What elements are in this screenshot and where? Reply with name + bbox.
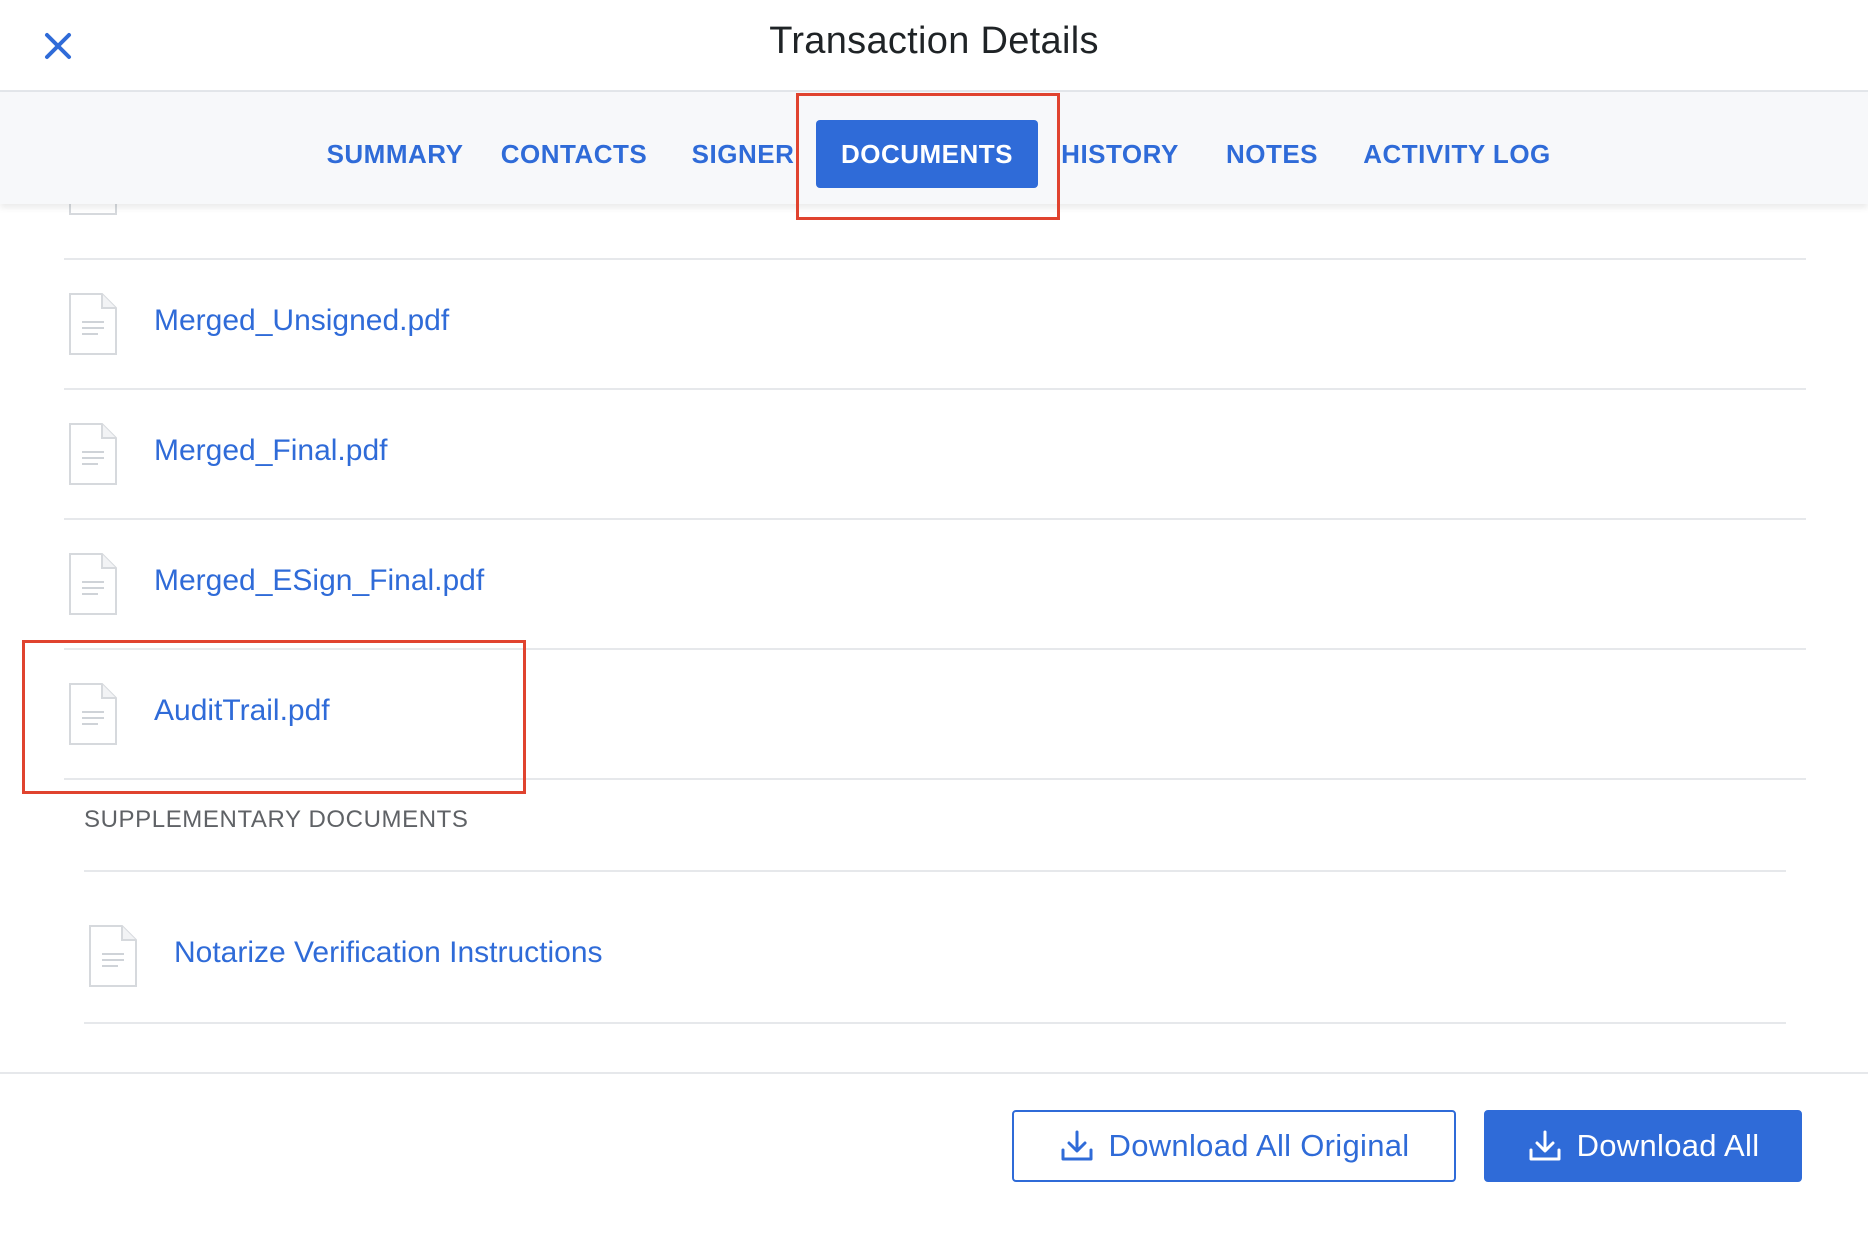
list-item[interactable]: Merged_Unsigned.pdf — [64, 260, 1806, 390]
tab-activity-log[interactable]: ACTIVITY LOG — [1362, 120, 1552, 188]
download-icon — [1061, 1130, 1093, 1161]
tab-notes[interactable]: NOTES — [1222, 120, 1322, 188]
transaction-details-page: Transaction Details SUMMARY CONTACTS SIG… — [0, 0, 1868, 1236]
list-item[interactable]: AuditTrail.pdf — [64, 650, 1806, 780]
document-icon — [69, 423, 117, 485]
tab-signer[interactable]: SIGNER — [688, 120, 798, 188]
document-link[interactable]: Merged_Unsigned.pdf — [154, 304, 449, 338]
download-all-original-button[interactable]: Download All Original — [1012, 1110, 1456, 1182]
document-icon — [69, 293, 117, 355]
download-icon — [1529, 1130, 1561, 1161]
footer-divider — [0, 1072, 1868, 1074]
tab-bar: SUMMARY CONTACTS SIGNER DOCUMENTS HISTOR… — [0, 92, 1868, 204]
tab-documents[interactable]: DOCUMENTS — [816, 120, 1038, 188]
download-all-button[interactable]: Download All — [1484, 1110, 1802, 1182]
document-link[interactable]: Merged_Final.pdf — [154, 434, 387, 468]
document-icon — [69, 553, 117, 615]
header: Transaction Details — [0, 0, 1868, 92]
list-item[interactable]: Merged_Final.pdf — [64, 390, 1806, 520]
supplementary-document-link[interactable]: Notarize Verification Instructions — [174, 936, 603, 970]
list-item[interactable]: Merged_ESign_Final.pdf — [64, 520, 1806, 650]
download-all-label: Download All — [1576, 1128, 1760, 1163]
tab-summary[interactable]: SUMMARY — [310, 120, 480, 188]
download-all-original-label: Download All Original — [1108, 1128, 1410, 1163]
page-title: Transaction Details — [769, 20, 1099, 62]
list-item[interactable]: Notarize Verification Instructions — [84, 872, 1786, 1024]
document-icon — [69, 683, 117, 745]
tab-contacts[interactable]: CONTACTS — [496, 120, 652, 188]
document-link[interactable]: AuditTrail.pdf — [154, 694, 330, 728]
tab-history[interactable]: HISTORY — [1060, 120, 1180, 188]
document-icon — [89, 925, 137, 987]
document-link[interactable]: Merged_ESign_Final.pdf — [154, 564, 484, 598]
section-heading: SUPPLEMENTARY DOCUMENTS — [84, 806, 469, 833]
